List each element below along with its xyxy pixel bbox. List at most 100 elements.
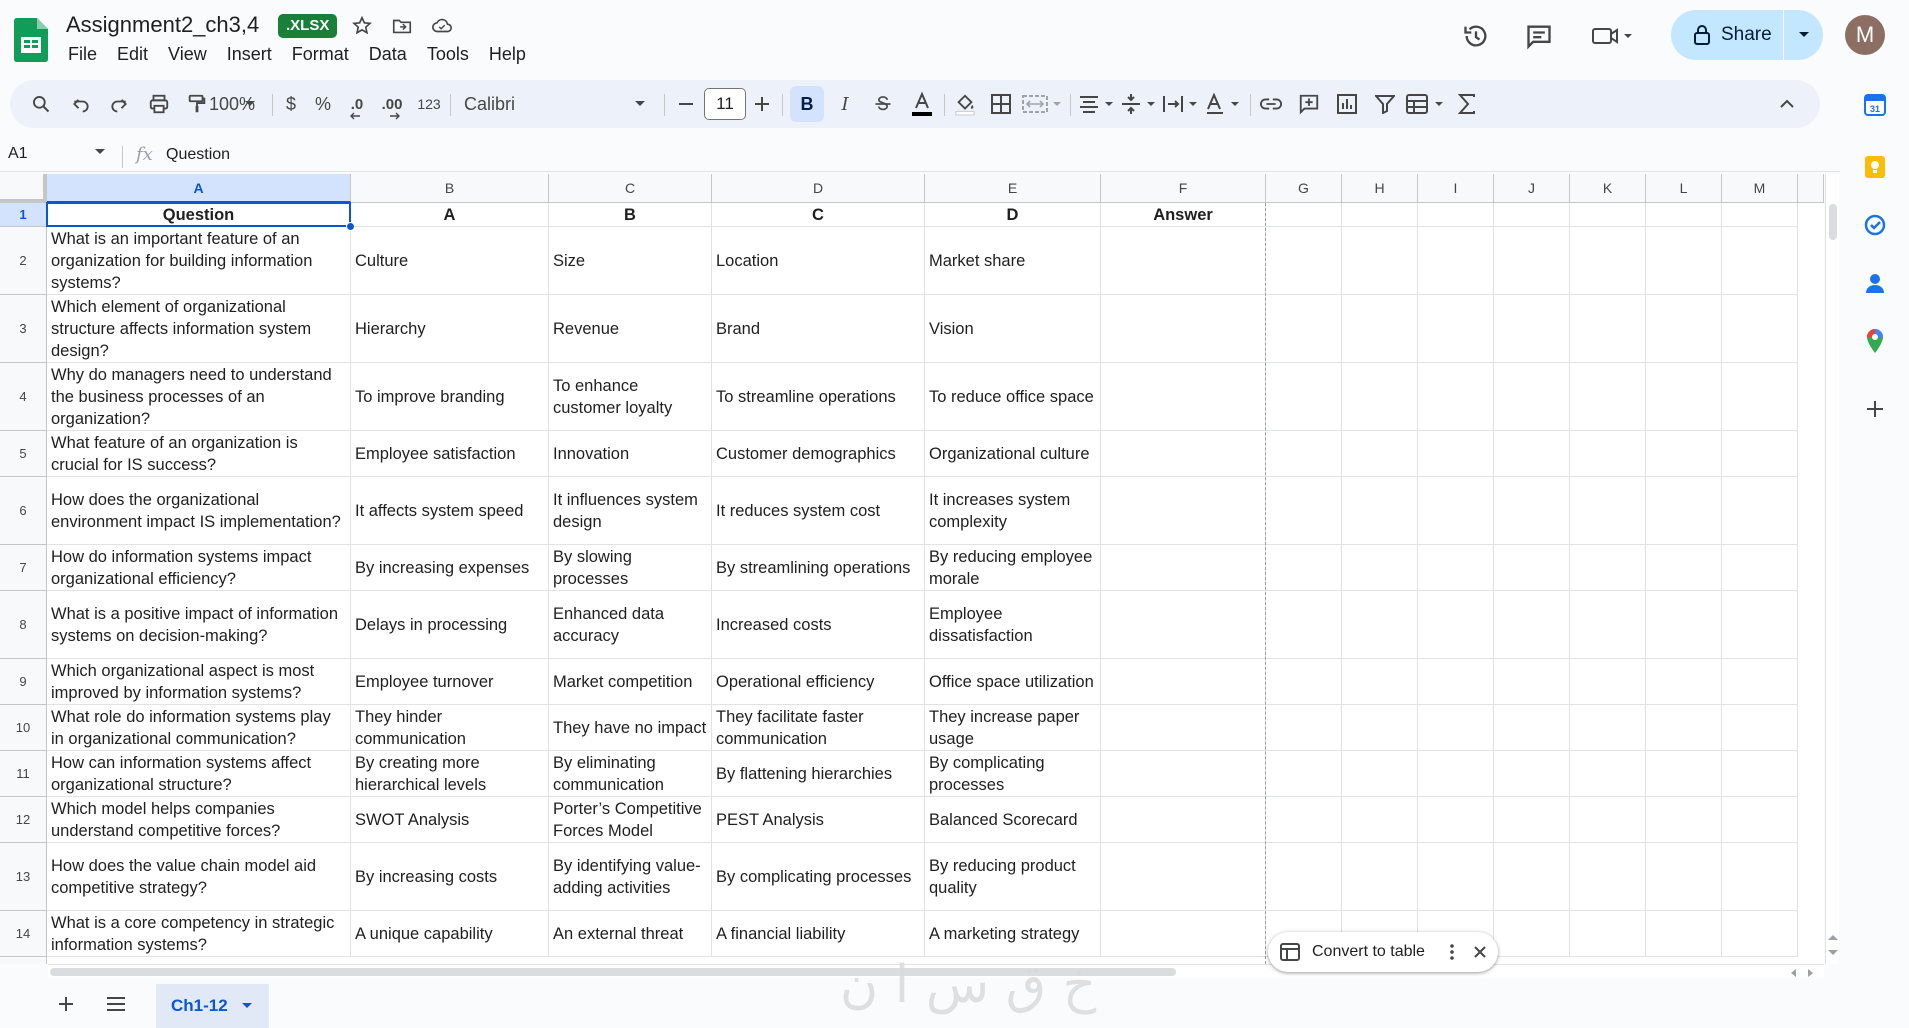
name-box[interactable]: A1 — [8, 145, 28, 163]
cell-b14[interactable]: A unique capability — [351, 911, 549, 957]
cell-j8[interactable] — [1494, 591, 1570, 659]
maps-icon[interactable] — [1862, 328, 1888, 354]
cell-g8[interactable] — [1266, 591, 1342, 659]
menu-format[interactable]: Format — [282, 42, 359, 67]
cell-c10[interactable]: They have no impact — [549, 705, 712, 751]
spreadsheet-grid[interactable]: A B C D E F G H I J K L M 1 Question A B C D Answer 2 What is… — [0, 174, 1824, 964]
cell-h12[interactable] — [1342, 797, 1418, 843]
cell-c12[interactable]: Porter’s Competitive Forces Model — [549, 797, 712, 843]
row-header-14[interactable]: 14 — [0, 911, 47, 957]
cell-h11[interactable] — [1342, 751, 1418, 797]
cell-m8[interactable] — [1722, 591, 1798, 659]
cell-d5[interactable]: Customer demographics — [712, 431, 925, 477]
cell-j1[interactable] — [1494, 203, 1570, 227]
sheets-logo[interactable] — [14, 18, 48, 62]
cell-g13[interactable] — [1266, 843, 1342, 911]
cell-k6[interactable] — [1570, 477, 1646, 545]
menu-tools[interactable]: Tools — [417, 42, 479, 67]
convert-to-table-chip[interactable]: Convert to table — [1268, 932, 1498, 972]
cell-j11[interactable] — [1494, 751, 1570, 797]
star-icon[interactable] — [350, 14, 374, 38]
row-header-6[interactable]: 6 — [0, 477, 47, 545]
row-header-7[interactable]: 7 — [0, 545, 47, 591]
cell-j10[interactable] — [1494, 705, 1570, 751]
cell-i1[interactable] — [1418, 203, 1494, 227]
more-options-icon[interactable] — [1440, 940, 1464, 964]
cell-c9[interactable]: Market competition — [549, 659, 712, 705]
cell-a4[interactable]: Why do managers need to understand the b… — [47, 363, 351, 431]
cell-k1[interactable] — [1570, 203, 1646, 227]
cell-g7[interactable] — [1266, 545, 1342, 591]
cell-f3[interactable] — [1101, 295, 1266, 363]
cell-k8[interactable] — [1570, 591, 1646, 659]
row-header-3[interactable]: 3 — [0, 295, 47, 363]
cell-j5[interactable] — [1494, 431, 1570, 477]
column-header-h[interactable]: H — [1342, 174, 1418, 203]
zoom-dropdown-icon[interactable] — [240, 86, 260, 122]
menu-edit[interactable]: Edit — [107, 42, 158, 67]
cell-f5[interactable] — [1101, 431, 1266, 477]
cell-g5[interactable] — [1266, 431, 1342, 477]
column-header-b[interactable]: B — [351, 174, 549, 203]
vertical-align-icon[interactable] — [1118, 86, 1158, 122]
increase-font-size-icon[interactable] — [750, 86, 774, 122]
cell-m5[interactable] — [1722, 431, 1798, 477]
cell-i6[interactable] — [1418, 477, 1494, 545]
row-header-9[interactable]: 9 — [0, 659, 47, 705]
column-header-a[interactable]: A — [47, 174, 351, 203]
cell-e7[interactable]: By reducing employee morale — [925, 545, 1101, 591]
cell-l10[interactable] — [1646, 705, 1722, 751]
cell-f9[interactable] — [1101, 659, 1266, 705]
cell-l6[interactable] — [1646, 477, 1722, 545]
cloud-saved-icon[interactable] — [430, 14, 454, 38]
cell-h9[interactable] — [1342, 659, 1418, 705]
column-header-c[interactable]: C — [549, 174, 712, 203]
calendar-icon[interactable]: 31 — [1862, 92, 1888, 118]
menu-data[interactable]: Data — [359, 42, 417, 67]
row-header-1[interactable]: 1 — [0, 203, 47, 227]
cell-b5[interactable]: Employee satisfaction — [351, 431, 549, 477]
vertical-scrollbar[interactable] — [1825, 174, 1839, 964]
move-folder-icon[interactable] — [390, 14, 414, 38]
cell-l3[interactable] — [1646, 295, 1722, 363]
cell-b9[interactable]: Employee turnover — [351, 659, 549, 705]
account-avatar[interactable]: M — [1845, 15, 1885, 55]
percent-format-button[interactable]: % — [308, 86, 338, 122]
cell-c4[interactable]: To enhance customer loyalty — [549, 363, 712, 431]
cell-a8[interactable]: What is a positive impact of information… — [47, 591, 351, 659]
insert-chart-icon[interactable] — [1332, 86, 1362, 122]
menu-file[interactable]: File — [58, 42, 107, 67]
cell-i11[interactable] — [1418, 751, 1494, 797]
cell-l1[interactable] — [1646, 203, 1722, 227]
cell-f8[interactable] — [1101, 591, 1266, 659]
cell-l8[interactable] — [1646, 591, 1722, 659]
cell-l7[interactable] — [1646, 545, 1722, 591]
cell-m7[interactable] — [1722, 545, 1798, 591]
cell-g12[interactable] — [1266, 797, 1342, 843]
cell-b3[interactable]: Hierarchy — [351, 295, 549, 363]
cell-j9[interactable] — [1494, 659, 1570, 705]
cell-d3[interactable]: Brand — [712, 295, 925, 363]
column-header-e[interactable]: E — [925, 174, 1101, 203]
cell-d2[interactable]: Location — [712, 227, 925, 295]
cell-h5[interactable] — [1342, 431, 1418, 477]
cell-e14[interactable]: A marketing strategy — [925, 911, 1101, 957]
cell-k2[interactable] — [1570, 227, 1646, 295]
cell-m1[interactable] — [1722, 203, 1798, 227]
cell-f14[interactable] — [1101, 911, 1266, 957]
cell-f12[interactable] — [1101, 797, 1266, 843]
all-sheets-icon[interactable] — [102, 990, 130, 1018]
cell-e9[interactable]: Office space utilization — [925, 659, 1101, 705]
cell-m10[interactable] — [1722, 705, 1798, 751]
cell-h6[interactable] — [1342, 477, 1418, 545]
cell-f11[interactable] — [1101, 751, 1266, 797]
cell-l4[interactable] — [1646, 363, 1722, 431]
cell-e8[interactable]: Employee dissatisfaction — [925, 591, 1101, 659]
cell-b12[interactable]: SWOT Analysis — [351, 797, 549, 843]
cell-e2[interactable]: Market share — [925, 227, 1101, 295]
row-header-5[interactable]: 5 — [0, 431, 47, 477]
search-menus-icon[interactable] — [26, 86, 56, 122]
scroll-up-icon[interactable] — [1828, 934, 1838, 940]
borders-icon[interactable] — [986, 86, 1016, 122]
row-header-2[interactable]: 2 — [0, 227, 47, 295]
